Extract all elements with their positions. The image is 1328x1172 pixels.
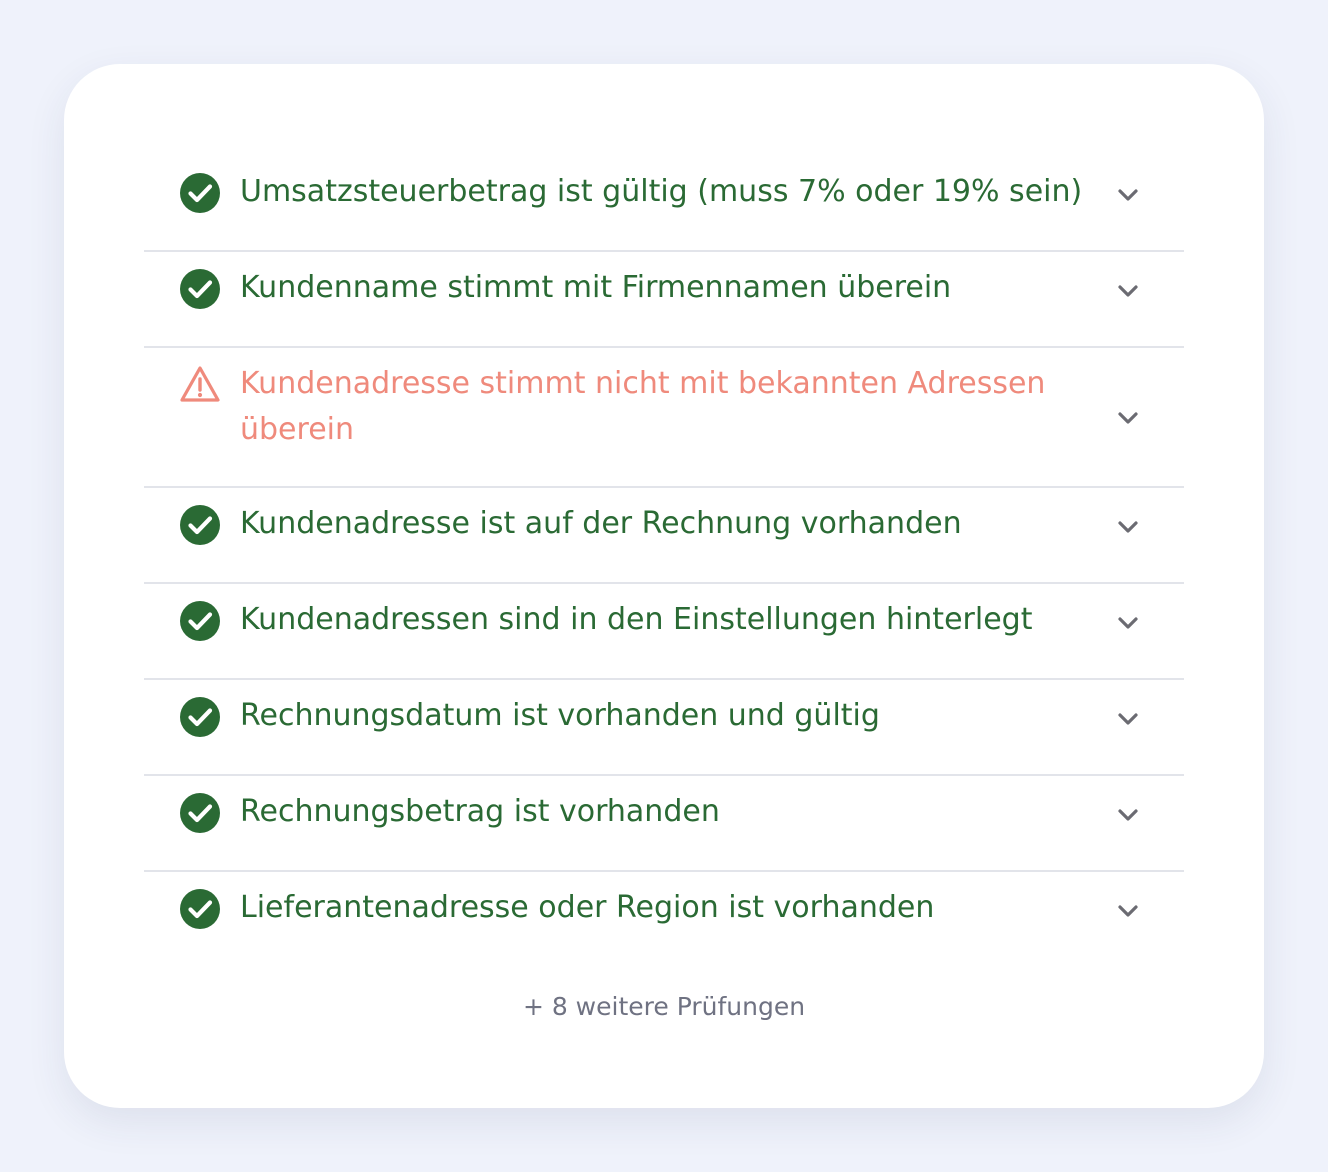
check-item-label: Kundenadresse ist auf der Rechnung vorha…	[240, 506, 962, 541]
check-item-label: Lieferantenadresse oder Region ist vorha…	[240, 890, 935, 925]
check-item-supplier-address[interactable]: Lieferantenadresse oder Region ist vorha…	[144, 872, 1184, 968]
validation-checks-card: Umsatzsteuerbetrag ist gültig (muss 7% o…	[64, 64, 1264, 1108]
check-item-label: Rechnungsbetrag ist vorhanden	[240, 794, 720, 829]
check-item-label: Kundenadresse stimmt nicht mit bekannten…	[240, 366, 1046, 447]
check-item-invoice-amount[interactable]: Rechnungsbetrag ist vorhanden	[144, 776, 1184, 872]
chevron-down-icon[interactable]	[1114, 277, 1142, 305]
check-item-label: Kundenadressen sind in den Einstellungen…	[240, 602, 1033, 637]
check-item-label: Rechnungsdatum ist vorhanden und gültig	[240, 698, 880, 733]
check-circle-icon	[179, 268, 221, 310]
check-item-vat-amount[interactable]: Umsatzsteuerbetrag ist gültig (muss 7% o…	[144, 156, 1184, 252]
check-item-customer-name[interactable]: Kundenname stimmt mit Firmennamen überei…	[144, 252, 1184, 348]
check-circle-icon	[179, 696, 221, 738]
check-item-invoice-date[interactable]: Rechnungsdatum ist vorhanden und gültig	[144, 680, 1184, 776]
chevron-down-icon[interactable]	[1114, 404, 1142, 432]
check-item-customer-addresses-settings[interactable]: Kundenadressen sind in den Einstellungen…	[144, 584, 1184, 680]
chevron-down-icon[interactable]	[1114, 897, 1142, 925]
chevron-down-icon[interactable]	[1114, 609, 1142, 637]
checks-list: Umsatzsteuerbetrag ist gültig (muss 7% o…	[144, 156, 1184, 968]
chevron-down-icon[interactable]	[1114, 513, 1142, 541]
check-circle-icon	[179, 792, 221, 834]
warning-triangle-icon	[179, 364, 221, 406]
check-item-customer-address-present[interactable]: Kundenadresse ist auf der Rechnung vorha…	[144, 488, 1184, 584]
check-item-label: Kundenname stimmt mit Firmennamen überei…	[240, 270, 952, 305]
check-circle-icon	[179, 172, 221, 214]
check-item-label: Umsatzsteuerbetrag ist gültig (muss 7% o…	[240, 174, 1083, 209]
check-circle-icon	[179, 504, 221, 546]
check-circle-icon	[179, 888, 221, 930]
chevron-down-icon[interactable]	[1114, 705, 1142, 733]
chevron-down-icon[interactable]	[1114, 181, 1142, 209]
check-item-customer-address-match[interactable]: Kundenadresse stimmt nicht mit bekannten…	[144, 348, 1184, 488]
check-circle-icon	[179, 600, 221, 642]
chevron-down-icon[interactable]	[1114, 801, 1142, 829]
more-checks-link[interactable]: + 8 weitere Prüfungen	[64, 989, 1264, 1025]
